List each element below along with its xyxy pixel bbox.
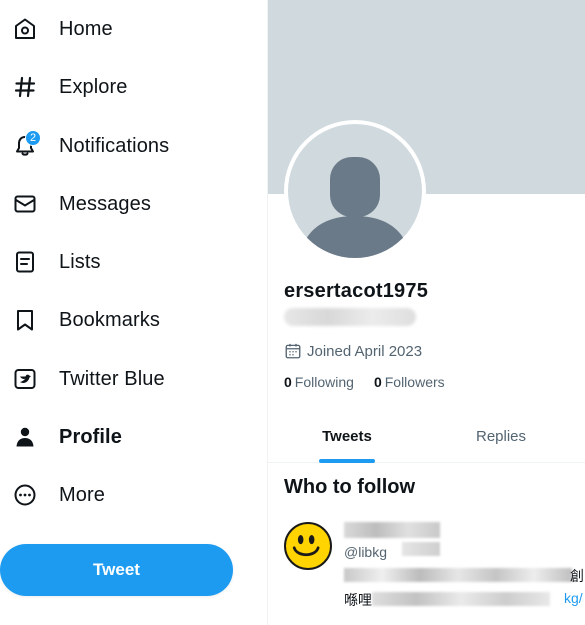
suggestion-name-redacted [344,522,440,538]
nav-label-lists: Lists [59,250,101,273]
sidebar-nav: Home Explore 2 Notifications Messages Li… [0,0,268,625]
profile-tabs: Tweets Replies [268,410,585,463]
profile-username: ersertacot1975 [284,280,429,302]
person-icon [12,424,38,450]
nav-item-messages[interactable]: Messages [0,182,250,226]
followers-label: Followers [384,374,445,390]
suggestion-handle-redacted [402,542,440,556]
suggestion-bio-trailing: 創 [570,568,584,584]
tab-tweets[interactable]: Tweets [268,410,426,463]
suggestion-handle: @libkg [344,544,388,560]
bookmark-icon [12,307,38,333]
nav-item-home[interactable]: Home [0,7,250,51]
profile-main: ersertacot1975 Joined April 2023 0 Follo… [268,0,585,625]
envelope-icon [12,191,38,217]
following-label: Following [294,374,354,390]
joined-date: Joined April 2023 [284,342,422,360]
nav-label-bookmarks: Bookmarks [59,308,160,331]
nav-label-profile: Profile [59,425,122,448]
followers-link[interactable]: 0 Followers [374,374,445,390]
suggestion-bio2-prefix: 喺哩 [344,592,372,608]
nav-label-explore: Explore [59,75,128,98]
avatar[interactable] [284,120,426,262]
nav-label-more: More [59,483,105,506]
nav-item-lists[interactable]: Lists [0,240,250,284]
joined-text: Joined April 2023 [307,342,423,360]
smiley-avatar-icon [284,522,332,570]
follow-stats: 0 Following 0 Followers [284,374,465,390]
nav-label-twitter-blue: Twitter Blue [59,367,165,390]
nav-item-more[interactable]: More [0,473,250,517]
more-circle-icon [12,482,38,508]
who-to-follow-heading: Who to follow [284,476,416,498]
tab-replies-label: Replies [475,428,527,445]
nav-item-profile[interactable]: Profile [0,415,250,459]
default-avatar-icon [288,124,422,258]
profile-handle-redacted [284,308,416,326]
followers-count: 0 [373,374,382,390]
home-icon [12,16,38,42]
suggestion-bio-link[interactable]: kg/ [564,590,583,606]
following-count: 0 [284,374,292,390]
nav-item-twitter-blue[interactable]: Twitter Blue [0,357,250,401]
nav-item-notifications[interactable]: 2 Notifications [0,124,250,168]
nav-item-bookmarks[interactable]: Bookmarks [0,298,250,342]
nav-label-home: Home [59,17,113,40]
follow-suggestion[interactable]: @libkg 創 喺哩 kg/ [284,520,584,620]
hashtag-icon [12,74,38,100]
active-tab-indicator [319,459,375,463]
notification-badge: 2 [25,130,41,146]
nav-item-explore[interactable]: Explore [0,65,250,109]
list-icon [12,249,38,275]
nav-label-notifications: Notifications [59,134,170,157]
suggestion-bio-redacted [344,568,572,582]
tab-tweets-label: Tweets [322,428,372,445]
twitter-blue-icon [12,366,38,392]
calendar-icon [285,343,301,359]
tab-replies[interactable]: Replies [426,410,576,463]
suggestion-bio2-redacted [372,592,550,606]
nav-label-messages: Messages [59,192,151,215]
tweet-button[interactable]: Tweet [0,544,233,596]
following-link[interactable]: 0 Following [284,374,354,390]
